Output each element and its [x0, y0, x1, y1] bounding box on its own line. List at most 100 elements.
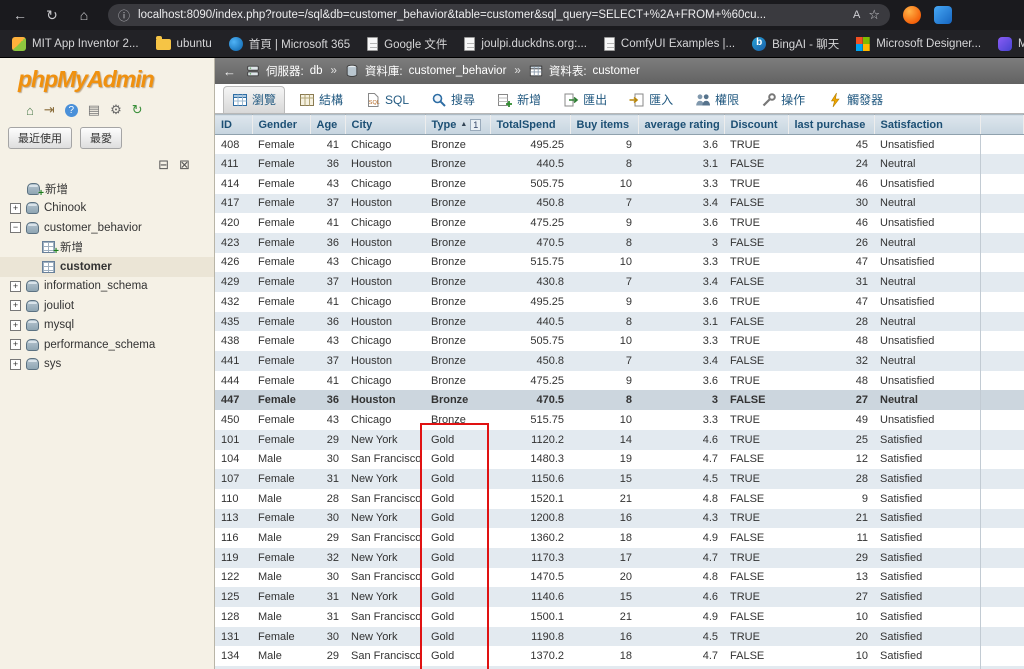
table-cell[interactable]: 37 [310, 194, 345, 214]
table-cell[interactable]: Neutral [874, 272, 981, 292]
table-cell[interactable]: 3.4 [638, 351, 724, 371]
expand-icon[interactable]: + [10, 300, 21, 312]
table-cell[interactable]: 9 [570, 292, 638, 312]
table-cell[interactable]: 8 [570, 312, 638, 332]
table-cell[interactable]: Houston [345, 272, 425, 292]
table-row[interactable]: 414 Female 43 Chicago Bronze 505.75 10 3.3 TRUE 4… [215, 173, 1024, 194]
table-cell[interactable]: 440.5 [490, 154, 570, 174]
table-cell[interactable]: 450 [215, 410, 252, 430]
table-cell[interactable]: Bronze [425, 213, 490, 233]
table-cell[interactable]: Chicago [345, 292, 425, 312]
unexpand-icon[interactable]: ⊠ [179, 157, 190, 173]
table-cell[interactable]: Satisfied [874, 449, 981, 470]
table-cell[interactable]: Female [252, 469, 310, 489]
expand-icon[interactable]: + [10, 358, 21, 370]
column-header[interactable]: Gender [252, 114, 311, 135]
table-cell[interactable]: 1120.2 [490, 430, 570, 450]
table-cell[interactable]: 26 [788, 233, 874, 253]
table-cell[interactable]: Satisfied [874, 429, 981, 450]
tab-export[interactable]: 匯出 [555, 87, 615, 113]
table-cell[interactable]: 28 [788, 469, 874, 489]
table-row[interactable]: 411 Female 36 Houston Bronze 440.5 8 3.1 FALSE 24… [215, 154, 1024, 174]
refresh-icon[interactable]: ↻ [40, 7, 64, 24]
table-row[interactable]: 429 Female 37 Houston Bronze 430.8 7 3.4 FALSE 31… [215, 272, 1024, 292]
table-cell[interactable]: 113 [215, 509, 252, 529]
table-cell[interactable]: 10 [570, 253, 638, 273]
table-cell[interactable]: Gold [425, 568, 490, 588]
tab-triggers[interactable]: 觸發器 [819, 87, 891, 113]
table-cell[interactable]: TRUE [724, 371, 788, 391]
table-cell[interactable]: 475.25 [490, 371, 570, 391]
column-header[interactable]: TotalSpend [490, 114, 571, 135]
table-cell[interactable]: 37 [310, 272, 345, 292]
table-cell[interactable]: Gold [425, 450, 490, 470]
table-cell[interactable]: 1150.6 [490, 469, 570, 489]
table-cell[interactable]: TRUE [724, 548, 788, 568]
table-cell[interactable]: 29 [310, 528, 345, 548]
table-row[interactable]: 113 Female 30 New York Gold 1200.8 16 4.3 TRUE 21… [215, 508, 1024, 529]
table-cell[interactable]: 36 [310, 312, 345, 332]
table-cell[interactable]: 411 [215, 154, 252, 174]
home-icon[interactable]: ⌂ [72, 7, 96, 23]
table-cell[interactable]: 408 [215, 135, 252, 155]
table-cell[interactable]: TRUE [724, 213, 788, 233]
table-cell[interactable]: TRUE [724, 292, 788, 312]
table-cell[interactable]: 30 [310, 509, 345, 529]
table-cell[interactable]: Satisfied [874, 469, 981, 489]
table-cell[interactable]: 432 [215, 292, 252, 312]
table-cell[interactable]: TRUE [724, 331, 788, 351]
table-cell[interactable]: FALSE [724, 272, 788, 292]
table-cell[interactable]: 32 [788, 351, 874, 371]
tab-sql[interactable]: SQL SQL [357, 88, 417, 113]
table-cell[interactable]: Bronze [425, 233, 490, 253]
table-cell[interactable]: Bronze [425, 390, 490, 410]
table-cell[interactable]: 7 [570, 351, 638, 371]
table-cell[interactable]: FALSE [724, 194, 788, 214]
table-cell[interactable]: TRUE [724, 469, 788, 489]
table-cell[interactable]: Female [252, 331, 310, 351]
tree-item-mysql[interactable]: + mysql [0, 316, 214, 336]
bookmark-mit-app-inventor[interactable]: MIT App Inventor 2... [12, 36, 139, 51]
table-cell[interactable]: Gold [425, 509, 490, 529]
table-cell[interactable]: 18 [570, 528, 638, 548]
bookmark-joulpi[interactable]: joulpi.duckdns.org:... [464, 36, 587, 51]
table-cell[interactable]: 107 [215, 469, 252, 489]
table-cell[interactable]: FALSE [724, 351, 788, 371]
table-row[interactable]: 423 Female 36 Houston Bronze 470.5 8 3 FALSE 26 Ne… [215, 232, 1024, 253]
table-cell[interactable]: 414 [215, 174, 252, 194]
table-cell[interactable]: Houston [345, 312, 425, 332]
table-cell[interactable]: 447 [215, 390, 252, 410]
extension-icon-2[interactable] [934, 6, 952, 24]
nav-settings-icon[interactable]: ⚙ [110, 102, 122, 118]
table-cell[interactable]: 3.4 [638, 194, 724, 214]
table-cell[interactable]: San Francisco [345, 489, 425, 509]
table-cell[interactable]: Female [252, 213, 310, 233]
table-cell[interactable]: Bronze [425, 410, 490, 430]
table-cell[interactable]: Female [252, 548, 310, 568]
table-cell[interactable]: 37 [310, 351, 345, 371]
table-cell[interactable]: Bronze [425, 331, 490, 351]
column-header[interactable]: Satisfaction [874, 114, 981, 135]
table-cell[interactable]: 475.25 [490, 213, 570, 233]
table-cell[interactable]: Satisfied [874, 607, 981, 627]
table-cell[interactable]: New York [345, 587, 425, 607]
column-header[interactable]: last purchase [788, 114, 875, 135]
table-cell[interactable]: 505.75 [490, 174, 570, 194]
table-cell[interactable]: 9 [570, 213, 638, 233]
table-cell[interactable]: Bronze [425, 174, 490, 194]
column-header[interactable]: average rating [638, 114, 725, 135]
table-cell[interactable]: TRUE [724, 627, 788, 647]
table-cell[interactable]: 31 [310, 587, 345, 607]
table-cell[interactable]: 441 [215, 351, 252, 371]
table-cell[interactable]: 515.75 [490, 253, 570, 273]
table-cell[interactable]: Male [252, 450, 310, 470]
table-row[interactable]: 426 Female 43 Chicago Bronze 515.75 10 3.3 TRUE 4… [215, 252, 1024, 273]
table-cell[interactable]: TRUE [724, 410, 788, 430]
table-cell[interactable]: 417 [215, 194, 252, 214]
table-cell[interactable]: 438 [215, 331, 252, 351]
table-cell[interactable]: 29 [310, 430, 345, 450]
table-cell[interactable]: FALSE [724, 568, 788, 588]
table-cell[interactable]: 47 [788, 253, 874, 273]
table-row[interactable]: 447 Female 36 Houston Bronze 470.5 8 3 FALSE 27 Ne… [215, 390, 1024, 411]
table-cell[interactable]: Chicago [345, 135, 425, 155]
